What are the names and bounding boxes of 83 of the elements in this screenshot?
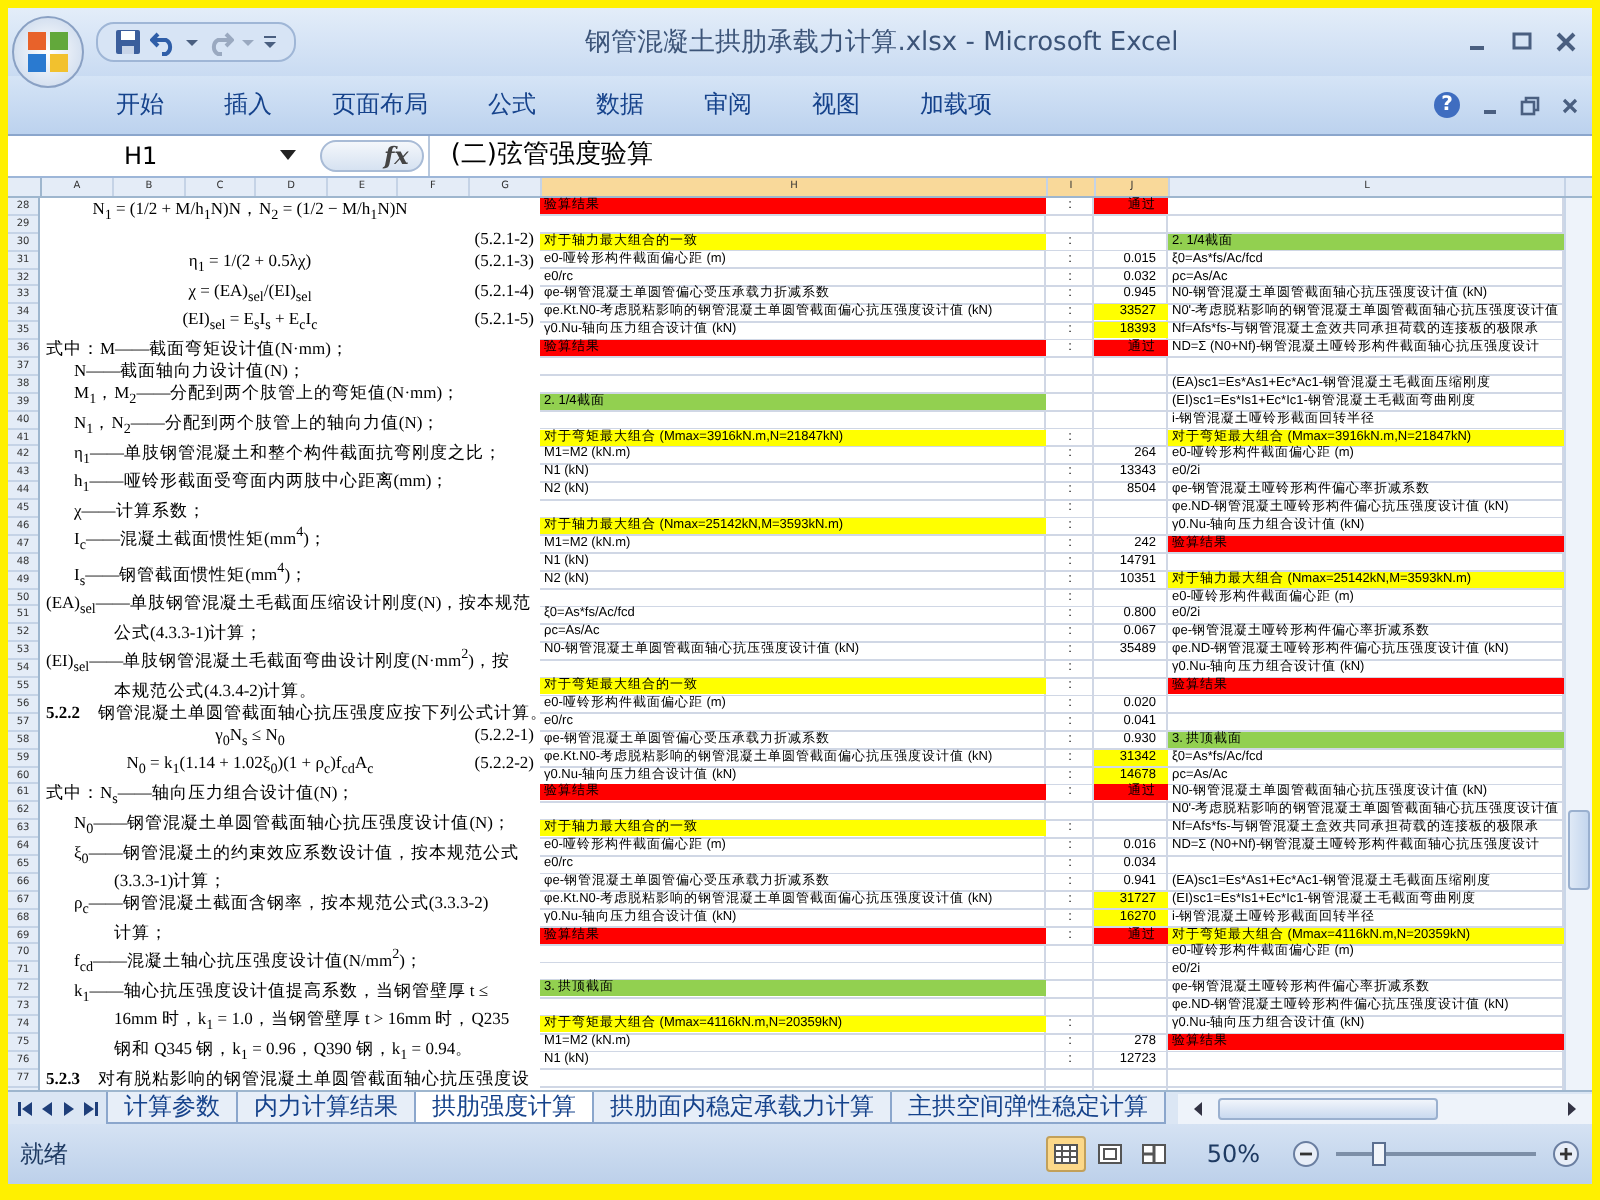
last-arrow-icon[interactable] [82,1099,100,1117]
name-box[interactable]: H1 [8,142,280,170]
vertical-scrollbar[interactable] [1564,198,1592,1090]
grid-icon [1054,1144,1079,1164]
window-title: 钢管混凝土拱肋承载力计算.xlsx - Microsoft Excel [583,26,1181,60]
sheet-tab[interactable]: 内力计算结果 [236,1092,416,1124]
horizontal-scrollbar[interactable] [1178,1093,1592,1123]
definition-text: I$_{c}$——混凝土截面惯性矩(mm$^{4}$)； [74,522,327,558]
ribbon-tab[interactable]: 审阅 [688,88,784,122]
help-button[interactable]: ? [1434,92,1460,118]
definition-text: h$_{1}$——哑铃形截面受弯面内两肢中心距离(mm)； [74,470,450,500]
scrollbar-thumb[interactable] [1568,810,1590,890]
normal-view-button[interactable] [1046,1136,1087,1172]
definition-text: 钢和 Q345 钢，k$_{1}$ = 0.96，Q390 钢，k$_{1}$ = 0.94。 [114,1038,474,1068]
definition-text: (3.3.3-1)计算； [114,870,228,893]
definition-text: 本规范公式(4.3.4-2)计算。 [114,679,318,702]
zoom-level[interactable]: 50% [1206,1140,1260,1168]
sheet-tab[interactable]: 拱肋面内稳定承载力计算 [592,1092,892,1124]
ribbon-tab[interactable]: 开始 [100,88,196,122]
right-arrow-icon[interactable] [1564,1099,1580,1117]
left-arrow-icon[interactable] [38,1099,56,1117]
equation-number: (5.2.1-4) [474,279,534,302]
undo-icon[interactable] [150,28,178,56]
formula: γ$_{0}$N$_{s}$ ≤ N$_{0}$ [215,723,285,753]
definition-text: (EA)$_{sel}$——单肢钢管混凝土毛截面压缩设计刚度(N)，按本规范 [46,592,532,622]
section-heading: 5.2.3 对有脱粘影响的钢管混凝土单圆管截面轴心抗压强度设 [46,1067,530,1090]
slider-thumb[interactable] [1372,1142,1386,1166]
ribbon-tab[interactable]: 公式 [472,88,568,122]
ribbon-tab[interactable]: 插入 [208,88,304,122]
definition-text: 公式(4.3.3-1)计算； [114,621,264,644]
formula-bar-grip[interactable] [320,140,424,172]
caret-icon[interactable] [280,150,296,162]
formula: χ = (EA)$_{sel}$/(EI)$_{sel}$ [188,279,312,309]
sheet-tab[interactable]: 主拱空间弹性稳定计算 [890,1092,1166,1124]
equation-number: (5.2.2-1) [474,723,534,746]
definition-text: (EI)$_{sel}$——单肢钢管混凝土毛截面弯曲设计刚度(N·mm$^{2}$)，按 [46,643,510,679]
definition-text: 16mm 时，k$_{1}$ = 1.0，当钢管壁厚 t > 16mm 时，Q235 [114,1008,510,1039]
formula: N$_{0}$ = k$_{1}$(1.14 + 1.02ξ$_{0}$)(1 + ρ$_{c}$)f$_{cd}$A$_{c}$ [126,752,374,783]
ribbon-tab[interactable]: 数据 [580,88,676,122]
equation-number: (5.2.1-2) [474,227,534,250]
maximize-icon[interactable] [1512,32,1532,52]
restore-icon[interactable] [1520,95,1540,115]
definition-text: I$_{s}$——钢管截面惯性矩(mm$^{4}$)； [74,557,309,593]
first-arrow-icon[interactable] [16,1099,34,1117]
definition-text: M$_{1}$，M$_{2}$——分配到两个肢管上的弯矩值(N·mm)； [74,382,461,412]
equation-number: (5.2.2-2) [474,752,534,775]
formula: η$_{1}$ = 1/(2 + 0.5λχ) [188,249,312,279]
definition-text: 式中：M——截面弯矩设计值(N·mm)； [46,337,349,360]
left-arrow-icon[interactable] [1190,1099,1206,1117]
formula-field[interactable]: (二)弦管强度验算 [428,136,1592,176]
close-icon[interactable] [1556,32,1576,52]
zoom-out-icon[interactable] [1292,1140,1320,1168]
definition-text: 式中：N$_{s}$——轴向压力组合设计值(N)； [46,782,356,812]
split-page-icon [1142,1144,1167,1164]
definition-text: ξ$_{0}$——钢管混凝土的约束效应系数设计值，按本规范公式 [74,841,519,871]
save-icon[interactable] [114,28,142,56]
formula: N$_{1}$ = (1/2 + M/h$_{1}$N)N，N$_{2}$ = (1/2 − M/h$_{1}$N)N [92,198,408,228]
formula: (EI)$_{sel}$ = E$_{s}$I$_{s}$ + E$_{c}$I$_{c}$ [182,308,318,338]
page-icon [1098,1144,1123,1164]
definition-text: N$_{1}$，N$_{2}$——分配到两个肢管上的轴向力值(N)； [74,411,441,441]
zoom-slider[interactable] [1336,1140,1536,1168]
ribbon-tab[interactable]: 页面布局 [316,88,460,122]
equation-number: (5.2.1-5) [474,308,534,331]
right-arrow-icon[interactable] [60,1099,78,1117]
definition-text: N$_{0}$——钢管混凝土单圆管截面轴心抗压强度设计值(N)； [74,811,511,842]
definition-text: k$_{1}$——轴心抗压强度设计值提高系数，当钢管壁厚 t ≤ [74,979,489,1009]
definition-text: N——截面轴向力设计值(N)； [74,360,306,383]
definition-text: ρ$_{c}$——钢管混凝土截面含钢率，按本规范公式(3.3.3-2) [74,892,489,923]
equation-number: (5.2.1-3) [474,249,534,272]
definition-text: f$_{cd}$——混凝土轴心抗压强度设计值(N/mm$^{2}$)； [74,944,423,980]
sheet-tab[interactable]: 计算参数 [106,1092,238,1124]
status-text: 就绪 [20,1137,68,1171]
ribbon-tab[interactable]: 视图 [796,88,892,122]
sheet-tab[interactable]: 拱肋强度计算 [414,1092,594,1124]
four-squares-logo-icon [22,26,74,78]
scrollbar-thumb[interactable] [1218,1097,1438,1119]
function-button[interactable]: fx [384,142,409,170]
ribbon-tab[interactable]: 加载项 [904,88,1024,122]
close-icon[interactable] [1560,95,1580,115]
zoom-in-icon[interactable] [1552,1140,1580,1168]
definition-text: 计算； [114,922,168,945]
definition-text: η$_{1}$——单肢钢管混凝土和整个构件截面抗弯刚度之比； [74,441,502,471]
definition-text: χ——计算系数； [74,500,206,523]
